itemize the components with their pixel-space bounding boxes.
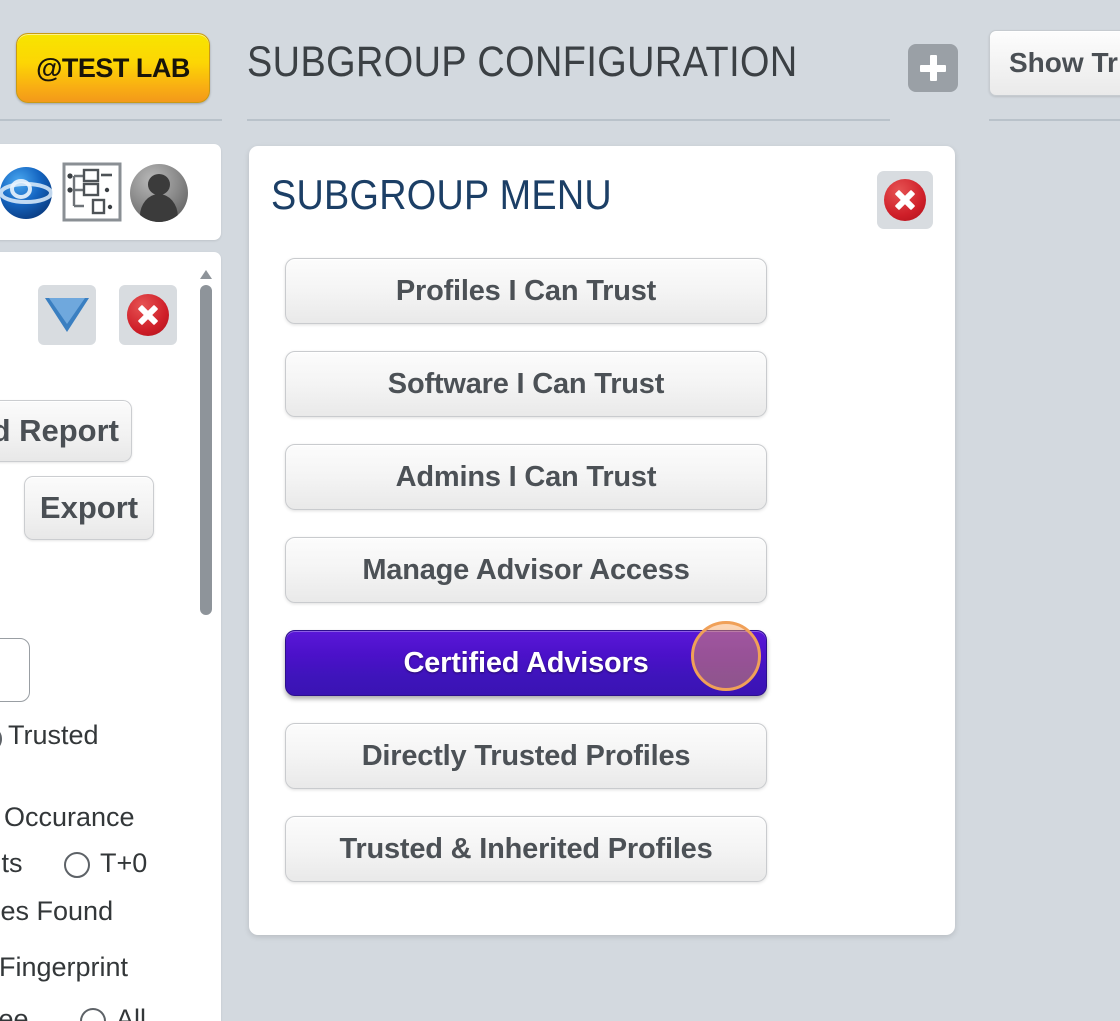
menu-item-label: Manage Advisor Access bbox=[362, 553, 690, 586]
option-label-issues-found: sues Found bbox=[0, 896, 114, 926]
export-button[interactable]: Export bbox=[24, 476, 154, 540]
sidebar-scrollbar[interactable] bbox=[197, 270, 215, 615]
option-label-hits: Hits bbox=[0, 848, 23, 878]
menu-item-label: Admins I Can Trust bbox=[395, 460, 657, 493]
menu-item-label: Directly Trusted Profiles bbox=[361, 739, 691, 772]
option-label-all: All bbox=[116, 1004, 147, 1021]
brand-badge[interactable]: @TEST LAB bbox=[16, 33, 210, 103]
option-label-t-plus-0: T+0 bbox=[100, 848, 148, 878]
menu-item-label: Profiles I Can Trust bbox=[395, 274, 657, 307]
option-label-occurance: nt Occurance bbox=[0, 802, 135, 832]
menu-item-software-i-can-trust[interactable]: Software I Can Trust bbox=[285, 351, 767, 417]
globe-icon[interactable] bbox=[0, 166, 54, 220]
brand-badge-label: @TEST LAB bbox=[36, 52, 190, 83]
subgroup-menu-modal: SUBGROUP MENU Profiles I Can Trust Softw… bbox=[249, 146, 955, 935]
show-trusted-divider bbox=[989, 119, 1120, 121]
scroll-up-arrow-icon[interactable] bbox=[200, 270, 212, 279]
menu-item-label: Software I Can Trust bbox=[387, 367, 665, 400]
avatar-head bbox=[147, 173, 171, 195]
add-button[interactable] bbox=[908, 44, 958, 92]
radio-t-plus-0[interactable] bbox=[64, 852, 90, 878]
menu-item-label: Certified Advisors bbox=[403, 646, 649, 679]
user-avatar-icon[interactable] bbox=[130, 164, 188, 222]
menu-item-profiles-i-can-trust[interactable]: Profiles I Can Trust bbox=[285, 258, 767, 324]
plus-icon-vertical bbox=[929, 55, 937, 81]
title-divider bbox=[247, 119, 890, 121]
top-header-bar: @TEST LAB SUBGROUP CONFIGURATION Show Tr bbox=[0, 0, 1120, 122]
sidebar-input[interactable] bbox=[0, 638, 30, 702]
filter-funnel-icon[interactable] bbox=[38, 285, 96, 345]
brand-divider bbox=[0, 119, 222, 121]
clear-x-icon[interactable] bbox=[119, 285, 177, 345]
report-button[interactable]: d Report bbox=[0, 400, 132, 462]
page-title: SUBGROUP CONFIGURATION bbox=[247, 38, 798, 86]
close-x-icon bbox=[884, 179, 926, 221]
option-label-tree: Tree bbox=[0, 1004, 29, 1021]
avatar-body bbox=[139, 194, 179, 222]
close-button[interactable] bbox=[877, 171, 933, 229]
option-label-trusted: Trusted bbox=[8, 720, 99, 750]
show-trusted-label: Show Tr bbox=[1009, 47, 1118, 78]
menu-item-manage-advisor-access[interactable]: Manage Advisor Access bbox=[285, 537, 767, 603]
tree-view-icon[interactable] bbox=[62, 162, 122, 222]
radio-trusted[interactable] bbox=[0, 726, 2, 752]
radio-all[interactable] bbox=[80, 1008, 106, 1021]
menu-item-label: Trusted & Inherited Profiles bbox=[339, 832, 713, 865]
show-trusted-button[interactable]: Show Tr bbox=[989, 30, 1120, 96]
menu-item-trusted-and-inherited-profiles[interactable]: Trusted & Inherited Profiles bbox=[285, 816, 767, 882]
subgroup-menu-list: Profiles I Can Trust Software I Can Trus… bbox=[285, 258, 919, 909]
menu-item-admins-i-can-trust[interactable]: Admins I Can Trust bbox=[285, 444, 767, 510]
x-circle-shape bbox=[127, 294, 169, 336]
scrollbar-thumb[interactable] bbox=[200, 285, 212, 615]
app-root: @TEST LAB SUBGROUP CONFIGURATION Show Tr bbox=[0, 0, 1120, 1021]
option-label-fingerprint: y Fingerprint bbox=[0, 952, 129, 982]
menu-item-certified-advisors[interactable]: Certified Advisors bbox=[285, 630, 767, 696]
funnel-inner-shape bbox=[49, 298, 85, 324]
menu-item-directly-trusted-profiles[interactable]: Directly Trusted Profiles bbox=[285, 723, 767, 789]
modal-title: SUBGROUP MENU bbox=[271, 171, 612, 218]
sidebar-icon-bar bbox=[0, 144, 221, 240]
sidebar-panel: d Report Export Trusted nt Occurance Hit… bbox=[0, 252, 221, 1021]
